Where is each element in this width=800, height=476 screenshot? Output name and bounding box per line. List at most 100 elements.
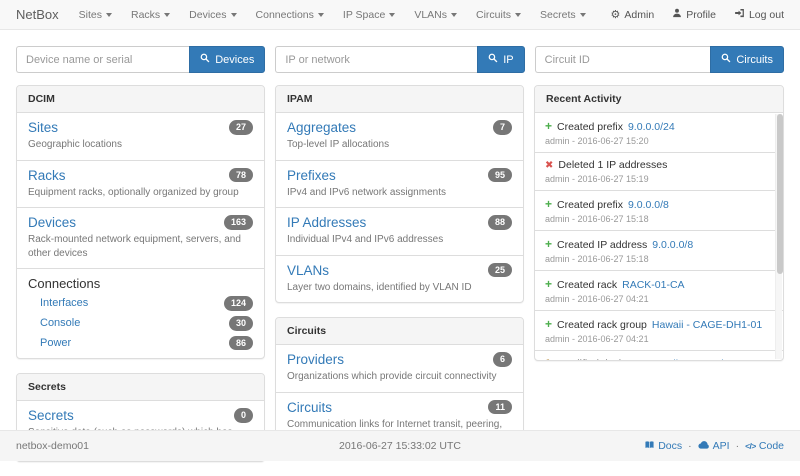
circuit-search-group: Circuits [535,46,784,73]
cloud-icon [698,440,710,452]
activity-action: Modified device type [559,358,655,361]
devices-desc: Rack-mounted network equipment, servers,… [28,233,253,260]
list-item: Prefixes 95 IPv4 and IPv6 network assign… [276,160,523,208]
nav-connections[interactable]: Connections [256,9,324,21]
activity-list: + Created prefix 9.0.0.0/24 admin - 2016-0… [535,113,783,361]
circuit-search-input[interactable] [535,46,711,73]
circuits-link[interactable]: Circuits [287,400,332,415]
prefixes-link[interactable]: Prefixes [287,168,336,183]
nav-sites[interactable]: Sites [79,9,112,21]
activity-row: +Created rack groupHawaii - CAGE-DH1-01 … [535,310,783,350]
power-count-badge: 86 [229,336,253,351]
activity-object-link[interactable]: RACK-01-CA [622,279,684,291]
secrets-count-badge: 0 [234,408,253,423]
footer-links: Docs · API · </> Code [644,440,784,453]
devices-count-badge: 163 [224,215,253,230]
aggregates-link[interactable]: Aggregates [287,120,356,135]
console-link[interactable]: Console [40,317,80,329]
docs-link[interactable]: Docs [644,440,682,453]
interfaces-link[interactable]: Interfaces [40,297,88,309]
activity-action: Created prefix [557,199,623,211]
activity-object-link[interactable]: 9.0.0.0/24 [628,121,675,133]
devices-link[interactable]: Devices [28,215,76,230]
plus-icon: + [545,277,552,291]
list-item: Devices 163 Rack-mounted network equipme… [17,207,264,268]
profile-link[interactable]: Profile [672,8,716,21]
vlans-link[interactable]: VLANs [287,263,329,278]
activity-action: Created prefix [557,121,623,133]
activity-scrollbar[interactable] [775,114,782,359]
circuits-panel-title: Circuits [276,318,523,345]
nav-secrets[interactable]: Secrets [540,9,586,21]
racks-link[interactable]: Racks [28,168,66,183]
connections-section: Connections Interfaces 124 Console 30 Po… [17,268,264,358]
nav-racks[interactable]: Racks [131,9,170,21]
code-link[interactable]: </> Code [745,440,784,452]
nav-menu: Sites Racks Devices Connections IP Space… [79,9,586,21]
chevron-down-icon [231,13,237,17]
activity-object-link[interactable]: Dell PowerEdge R630 [660,358,763,361]
scrollbar-thumb[interactable] [777,114,783,274]
nav-devices[interactable]: Devices [189,9,236,21]
column-activity: Recent Activity +Created prefix9.0.0.0/2… [534,85,784,375]
aggregates-desc: Top-level IP allocations [287,138,512,152]
connections-title: Connections [28,276,253,291]
app-brand[interactable]: NetBox [16,7,59,22]
search-row: Devices IP Circuits [0,30,800,85]
book-icon [644,440,655,453]
activity-object-link[interactable]: 9.0.0.0/8 [652,239,693,251]
dcim-panel: DCIM Sites 27 Geographic locations Racks… [16,85,265,359]
activity-meta: admin - 2016-06-27 15:19 [545,174,763,184]
pencil-icon: ✎ [545,357,554,361]
navbar: NetBox Sites Racks Devices Connections I… [0,0,800,30]
search-icon [200,53,210,66]
nav-vlans[interactable]: VLANs [414,9,457,21]
ip-search-input[interactable] [275,46,477,73]
gear-icon: ⚙ [611,9,621,20]
ip-addresses-count-badge: 88 [488,215,512,230]
logout-link[interactable]: Log out [734,8,784,21]
activity-action: Deleted 1 IP addresses [558,159,667,171]
ipam-panel-title: IPAM [276,86,523,113]
device-search-input[interactable] [16,46,189,73]
list-item: Racks 78 Equipment racks, optionally org… [17,160,264,208]
chevron-down-icon [451,13,457,17]
footer-hostname: netbox-demo01 [16,440,89,452]
activity-action: Created IP address [557,239,647,251]
chevron-down-icon [318,13,324,17]
list-item: Sites 27 Geographic locations [17,113,264,160]
activity-meta: admin - 2016-06-27 15:18 [545,214,763,224]
ip-search-button[interactable]: IP [477,46,524,73]
providers-link[interactable]: Providers [287,352,344,367]
nav-ip-space[interactable]: IP Space [343,9,395,21]
dcim-panel-title: DCIM [17,86,264,113]
api-link[interactable]: API [698,440,730,452]
admin-link[interactable]: ⚙ Admin [611,9,655,21]
vlans-count-badge: 25 [488,263,512,278]
activity-action: Created rack group [557,319,647,331]
device-search-button[interactable]: Devices [189,46,265,73]
plus-icon: + [545,237,552,251]
chevron-down-icon [164,13,170,17]
circuits-count-badge: 11 [488,400,512,415]
separator: · [736,440,740,452]
prefixes-count-badge: 95 [488,168,512,183]
device-search-group: Devices [16,46,265,73]
activity-object-link[interactable]: Hawaii - CAGE-DH1-01 [652,319,762,331]
recent-activity-panel: Recent Activity +Created prefix9.0.0.0/2… [534,85,784,361]
separator: · [688,440,692,452]
ip-addresses-link[interactable]: IP Addresses [287,215,366,230]
circuit-search-button[interactable]: Circuits [710,46,784,73]
nav-circuits[interactable]: Circuits [476,9,521,21]
sites-link[interactable]: Sites [28,120,58,135]
sites-count-badge: 27 [229,120,253,135]
activity-meta: admin - 2016-06-27 04:21 [545,334,763,344]
interfaces-count-badge: 124 [224,296,253,311]
sites-desc: Geographic locations [28,138,253,152]
providers-count-badge: 6 [493,352,512,367]
activity-row: ✖Deleted 1 IP addresses admin - 2016-06-… [535,152,783,190]
activity-object-link[interactable]: 9.0.0.0/8 [628,199,669,211]
secrets-link[interactable]: Secrets [28,408,74,423]
console-count-badge: 30 [229,316,253,331]
power-link[interactable]: Power [40,337,71,349]
